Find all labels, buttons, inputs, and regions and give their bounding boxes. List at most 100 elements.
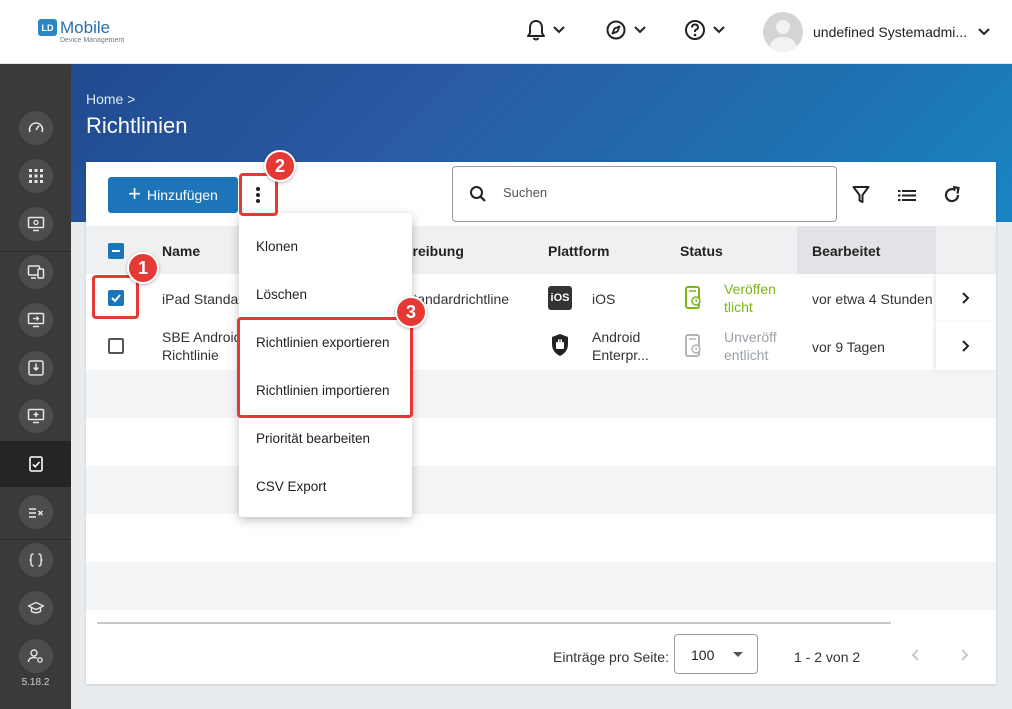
cell-platform-line1: Android xyxy=(592,329,641,345)
plus-icon: + xyxy=(128,181,142,206)
horizontal-scrollbar[interactable] xyxy=(97,622,891,624)
list-x-icon xyxy=(28,508,43,518)
prev-page-icon[interactable] xyxy=(910,647,922,663)
sidebar-item-training[interactable] xyxy=(0,585,71,631)
menu-item-clone[interactable]: Klonen xyxy=(239,222,412,270)
cell-status-line1: Unveröff xyxy=(724,329,777,345)
top-bar: LD Mobile Device Management undefined Sy… xyxy=(0,0,1012,64)
per-page-label: Einträge pro Seite: xyxy=(553,649,669,665)
annotation-badge-2: 2 xyxy=(264,150,296,182)
user-silhouette-icon xyxy=(769,20,797,52)
notifications-menu[interactable] xyxy=(526,19,566,41)
sidebar-item-users[interactable] xyxy=(0,633,71,679)
breadcrumb[interactable]: Home > xyxy=(86,91,135,107)
logo-main-text: Mobile xyxy=(60,18,111,37)
sidebar-item-install[interactable] xyxy=(0,345,71,391)
app-version: 5.18.2 xyxy=(21,677,50,688)
empty-row xyxy=(86,466,996,514)
device-unpublished-icon xyxy=(685,334,701,357)
help-icon xyxy=(685,20,705,40)
policy-check-icon xyxy=(28,456,43,472)
chevron-down-icon xyxy=(553,26,565,34)
sidebar-item-scripts[interactable] xyxy=(0,537,71,583)
cell-platform: iOS xyxy=(592,291,616,307)
android-enterprise-icon xyxy=(552,334,568,356)
empty-row xyxy=(86,514,996,562)
empty-row xyxy=(86,370,996,418)
logo-badge: LD xyxy=(38,19,57,36)
cell-edited: vor 9 Tagen xyxy=(812,339,885,355)
sidebar-item-compliance[interactable] xyxy=(0,489,71,535)
add-button[interactable]: + Hinzufügen xyxy=(108,177,238,213)
speedometer-icon xyxy=(28,122,43,133)
list-view-icon[interactable] xyxy=(897,185,917,205)
cell-edited: vor etwa 4 Stunden xyxy=(812,291,933,307)
user-settings-icon xyxy=(27,649,43,663)
graduation-cap-icon xyxy=(27,601,44,614)
highlight-box-export-import xyxy=(237,317,413,418)
devices-icon xyxy=(27,265,44,279)
app-logo[interactable]: LD Mobile Device Management xyxy=(38,19,124,44)
chevron-down-icon xyxy=(634,26,646,34)
sidebar-item-devices[interactable] xyxy=(0,249,71,295)
sidebar-item-add-device[interactable] xyxy=(0,393,71,439)
annotation-badge-3: 3 xyxy=(395,296,427,328)
chevron-down-icon[interactable] xyxy=(977,25,991,39)
menu-item-csv-export[interactable]: CSV Export xyxy=(239,462,412,510)
sidebar-item-device-manage[interactable] xyxy=(0,201,71,247)
sidebar-item-deployment[interactable] xyxy=(0,297,71,343)
cell-status-line1: Veröffen xyxy=(724,281,776,297)
empty-row xyxy=(86,562,996,610)
avatar[interactable] xyxy=(763,12,803,52)
chevron-right-icon xyxy=(962,292,970,304)
download-device-icon xyxy=(27,360,44,376)
ios-icon-text: iOS xyxy=(550,292,570,304)
sidebar: 5.18.2 xyxy=(0,64,71,709)
cell-name[interactable]: iPad Standar xyxy=(162,290,243,308)
column-header-description[interactable]: hreibung xyxy=(404,243,464,259)
sidebar-item-policies[interactable] xyxy=(0,441,71,487)
search-icon xyxy=(470,186,486,202)
search-input[interactable] xyxy=(503,185,823,200)
monitor-plus-icon xyxy=(27,408,44,424)
help-menu[interactable] xyxy=(684,19,726,41)
column-header-name[interactable]: Name xyxy=(162,243,200,259)
search-box[interactable] xyxy=(452,166,837,222)
row-checkbox[interactable] xyxy=(108,338,124,354)
cell-name-line1[interactable]: SBE Android xyxy=(162,328,241,346)
column-header-status[interactable]: Status xyxy=(680,243,723,259)
highlight-box-checkbox xyxy=(92,275,139,319)
next-page-icon[interactable] xyxy=(958,647,970,663)
compass-icon xyxy=(606,20,626,40)
add-button-label: Hinzufügen xyxy=(147,187,218,203)
sidebar-item-dashboard[interactable] xyxy=(0,105,71,151)
annotation-badge-1: 1 xyxy=(127,252,159,284)
monitor-settings-icon xyxy=(27,216,44,232)
menu-item-edit-priority[interactable]: Priorität bearbeiten xyxy=(239,414,412,462)
user-name[interactable]: undefined Systemadmi... xyxy=(813,24,973,40)
row-open-button[interactable] xyxy=(936,322,996,370)
ios-icon: iOS xyxy=(548,286,572,310)
sidebar-item-apps[interactable] xyxy=(0,153,71,199)
per-page-select[interactable]: 100 xyxy=(674,634,758,674)
column-header-platform[interactable]: Plattform xyxy=(548,243,609,259)
page-title: Richtlinien xyxy=(86,113,188,138)
cell-name-line2[interactable]: Richtlinie xyxy=(162,346,219,364)
per-page-value: 100 xyxy=(691,647,715,663)
chevron-right-icon xyxy=(962,340,970,352)
column-header-edited[interactable]: Bearbeitet xyxy=(812,243,880,259)
explore-menu[interactable] xyxy=(605,19,647,41)
row-open-button[interactable] xyxy=(936,274,996,322)
braces-icon xyxy=(28,553,43,567)
filter-icon[interactable] xyxy=(852,185,870,205)
device-published-icon xyxy=(685,286,701,309)
select-all-checkbox[interactable] xyxy=(108,243,124,259)
empty-row xyxy=(86,418,996,466)
bell-icon xyxy=(527,20,545,41)
indeterminate-icon xyxy=(112,250,120,252)
cell-status-line2: tlicht xyxy=(724,299,753,315)
logo-sub-text: Device Management xyxy=(60,37,125,44)
cell-status-line2: entlicht xyxy=(724,347,769,363)
refresh-icon[interactable] xyxy=(942,185,962,205)
menu-item-delete[interactable]: Löschen xyxy=(239,270,412,318)
